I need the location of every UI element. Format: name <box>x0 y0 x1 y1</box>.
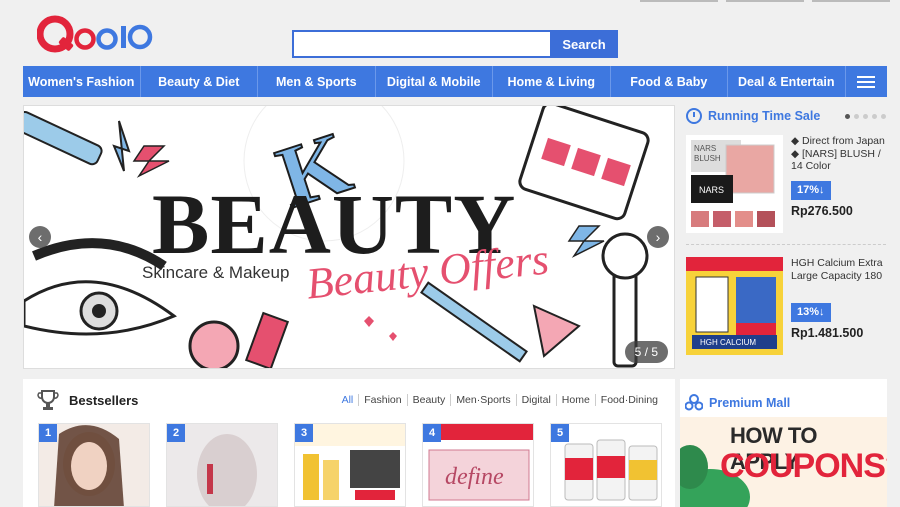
bestseller-card[interactable]: 4 define <box>422 423 534 507</box>
premium-mall-title: Premium Mall <box>709 396 791 410</box>
bestseller-card[interactable]: 1 <box>38 423 150 507</box>
sale-price: Rp1.481.500 <box>791 325 864 340</box>
category-nav: Women's Fashion Beauty & Diet Men & Spor… <box>23 66 887 97</box>
bestsellers-section: Bestsellers All Fashion Beauty Men·Sport… <box>23 379 675 507</box>
sale-item-desc: ◆ Direct from Japan ◆ [NARS] BLUSH / 14 … <box>791 135 885 172</box>
nav-item-deal-entertain[interactable]: Deal & Entertain <box>728 66 846 97</box>
running-sale-header: Running Time Sale <box>686 105 886 127</box>
trophy-icon <box>37 390 59 410</box>
filter-home[interactable]: Home <box>555 394 595 406</box>
sale-item[interactable]: NARS BLUSH NARS ◆ Direct from Japan ◆ [N… <box>686 135 886 245</box>
running-sale-title: Running Time Sale <box>708 109 821 123</box>
bestsellers-header: Bestsellers <box>37 389 138 411</box>
premium-mall-section: Premium Mall HOW TO APPLY COUPONS? <box>680 379 887 507</box>
nav-item-digital-mobile[interactable]: Digital & Mobile <box>376 66 493 97</box>
svg-text:NARS: NARS <box>694 144 716 153</box>
bestseller-filters: All Fashion Beauty Men·Sports Digital Ho… <box>337 394 663 406</box>
premium-mall-header: Premium Mall <box>680 379 887 415</box>
coupon-banner[interactable]: HOW TO APPLY COUPONS? <box>680 417 887 507</box>
filter-digital[interactable]: Digital <box>515 394 556 406</box>
prev-slide-arrow-icon[interactable]: ‹ <box>29 226 51 248</box>
nav-item-food-baby[interactable]: Food & Baby <box>611 66 728 97</box>
nav-item-womens-fashion[interactable]: Women's Fashion <box>23 66 141 97</box>
nav-item-men-sports[interactable]: Men & Sports <box>258 66 376 97</box>
rank-badge: 5 <box>551 424 569 442</box>
sale-item-image: HGH CALCIUM <box>686 257 783 355</box>
svg-text:BLUSH: BLUSH <box>694 154 721 163</box>
discount-badge: 13%↓ <box>791 303 831 322</box>
next-slide-arrow-icon[interactable]: › <box>647 226 669 248</box>
rank-badge: 4 <box>423 424 441 442</box>
bestseller-card[interactable]: 3 <box>294 423 406 507</box>
coupon-banner-line2: COUPONS? <box>720 447 887 485</box>
search-button[interactable]: Search <box>550 30 618 58</box>
sale-pagination-dots[interactable] <box>845 113 886 119</box>
slide-counter: 5 / 5 <box>624 341 668 363</box>
filter-all[interactable]: All <box>337 394 359 406</box>
bestseller-card[interactable]: 5 <box>550 423 662 507</box>
filter-men-sports[interactable]: Men·Sports <box>450 394 515 406</box>
bestseller-card[interactable]: 2 <box>166 423 278 507</box>
rank-badge: 3 <box>295 424 313 442</box>
bestsellers-title: Bestsellers <box>69 392 139 408</box>
banner-subtitle: Skincare & Makeup <box>142 263 290 282</box>
rank-badge: 2 <box>167 424 185 442</box>
svg-text:NARS: NARS <box>699 185 724 195</box>
sale-price: Rp276.500 <box>791 203 853 218</box>
hamburger-icon[interactable] <box>846 66 888 97</box>
svg-text:HGH CALCIUM: HGH CALCIUM <box>700 338 756 347</box>
sale-item[interactable]: HGH CALCIUM HGH Calcium Extra Large Capa… <box>686 257 886 367</box>
filter-fashion[interactable]: Fashion <box>358 394 406 406</box>
rank-badge: 1 <box>39 424 57 442</box>
nav-item-beauty-diet[interactable]: Beauty & Diet <box>141 66 258 97</box>
page: Search Women's Fashion Beauty & Diet Men… <box>0 0 900 507</box>
discount-badge: 17%↓ <box>791 181 831 200</box>
search-input[interactable] <box>292 30 550 58</box>
filter-beauty[interactable]: Beauty <box>406 394 451 406</box>
filter-food-dining[interactable]: Food·Dining <box>594 394 663 406</box>
premium-mall-icon <box>685 394 703 411</box>
svg-text:define: define <box>445 464 504 490</box>
nav-item-home-living[interactable]: Home & Living <box>493 66 611 97</box>
sale-item-desc: HGH Calcium Extra Large Capacity 180 <box>791 257 883 282</box>
search-bar: Search <box>292 30 618 58</box>
alarm-clock-icon <box>686 108 702 124</box>
top-tabs <box>640 0 890 2</box>
running-time-sale: Running Time Sale NARS BLUSH NARS ◆ Dire… <box>686 105 886 369</box>
qoo10-logo[interactable] <box>37 14 155 56</box>
sale-item-image: NARS BLUSH NARS <box>686 135 783 233</box>
hero-banner[interactable]: K BEAUTY Skincare & Makeup Beauty Offers… <box>23 105 675 369</box>
bestseller-cards: 1 2 3 4 define 5 <box>38 423 662 507</box>
